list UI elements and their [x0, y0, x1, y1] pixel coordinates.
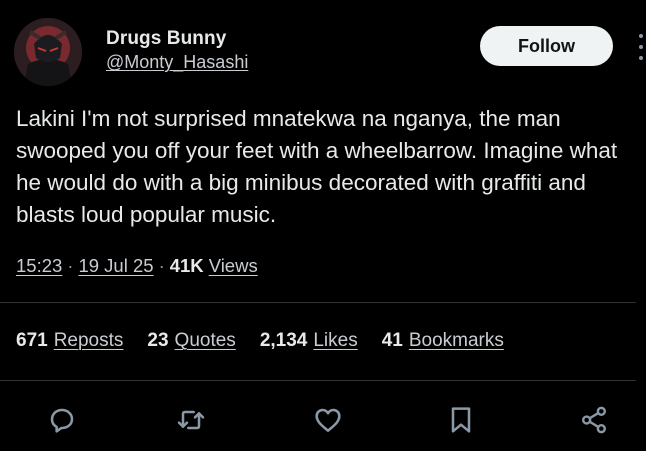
quotes-stat[interactable]: 23 Quotes	[147, 330, 235, 352]
bookmarks-stat[interactable]: 41 Bookmarks	[382, 330, 504, 352]
bookmarks-label: Bookmarks	[408, 330, 504, 351]
reposts-label: Reposts	[53, 330, 124, 351]
action-bar	[0, 400, 646, 440]
likes-label: Likes	[313, 330, 358, 351]
heart-icon	[315, 408, 341, 432]
repost-icon	[177, 410, 205, 430]
quotes-label: Quotes	[174, 330, 236, 351]
more-options-dot	[639, 34, 643, 38]
repost-button[interactable]	[175, 404, 207, 436]
more-options-icon[interactable]	[632, 34, 646, 60]
likes-stat[interactable]: 2,134 Likes	[260, 330, 358, 352]
engagement-stats: 671 Reposts 23 Quotes 2,134 Likes 41 Boo…	[16, 330, 504, 352]
tweet-text: Lakini I'm not surprised mnatekwa na nga…	[16, 106, 618, 227]
divider	[0, 302, 636, 303]
avatar[interactable]	[14, 18, 82, 86]
tweet-meta: 15:23 · 19 Jul 25 · 41K Views	[16, 255, 258, 277]
meta-separator: ·	[158, 255, 165, 276]
reply-icon	[50, 408, 74, 433]
views-label[interactable]: Views	[209, 255, 258, 277]
share-button[interactable]	[578, 404, 610, 436]
reply-button[interactable]	[46, 404, 78, 436]
bookmarks-count: 41	[381, 330, 403, 351]
reposts-stat[interactable]: 671 Reposts	[16, 330, 123, 352]
reposts-count: 671	[16, 330, 48, 351]
views-count[interactable]: 41K	[170, 255, 204, 277]
bookmark-button[interactable]	[445, 404, 477, 436]
tweet-time[interactable]: 15:23	[16, 255, 62, 277]
follow-button[interactable]: Follow	[480, 26, 613, 66]
divider	[0, 380, 636, 381]
tweet-detail: Drugs Bunny @Monty_Hasashi Follow Lakini…	[0, 0, 646, 451]
display-name[interactable]: Drugs Bunny	[106, 28, 248, 50]
bookmark-icon	[451, 407, 471, 433]
likes-count: 2,134	[259, 330, 308, 351]
author-handle[interactable]: @Monty_Hasashi	[106, 51, 248, 73]
quotes-count: 23	[147, 330, 169, 351]
share-icon	[582, 406, 606, 434]
more-options-dot	[639, 45, 643, 49]
meta-separator: ·	[67, 255, 74, 276]
tweet-header: Drugs Bunny @Monty_Hasashi Follow	[14, 18, 646, 88]
tweet-date[interactable]: 19 Jul 25	[78, 255, 153, 277]
like-button[interactable]	[312, 404, 344, 436]
author-names: Drugs Bunny @Monty_Hasashi	[106, 28, 248, 73]
more-options-dot	[639, 56, 643, 60]
